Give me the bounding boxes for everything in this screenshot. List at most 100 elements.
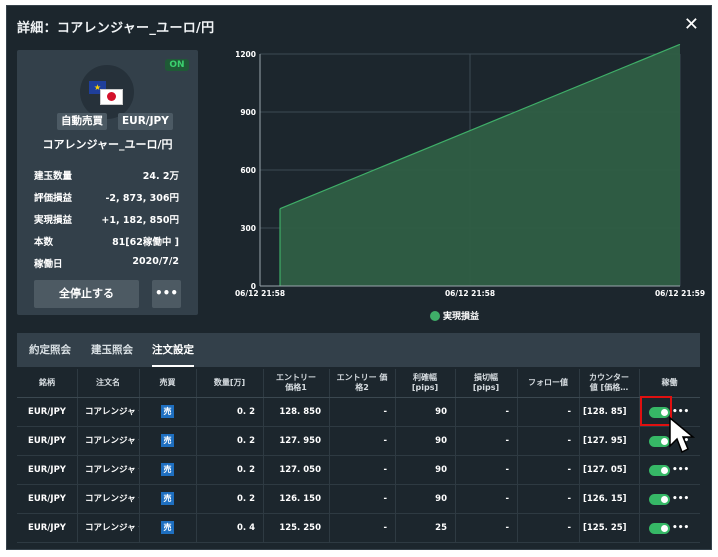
row-more-icon[interactable]: ••• xyxy=(672,485,689,513)
column-header: エントリー 価格2 xyxy=(336,373,388,392)
active-toggle[interactable] xyxy=(649,523,670,534)
detail-modal: 詳細：コアレンジャー_ユーロ/円 ✕ ON ★ 自動売買 EUR/JPY コアレ… xyxy=(6,5,712,550)
column-header: エントリー 価格1 xyxy=(276,373,316,392)
column-header: 数量[万] xyxy=(213,378,246,387)
side-badge: 売 xyxy=(161,521,174,534)
cell-sl: - xyxy=(505,407,509,417)
cell-follow: - xyxy=(567,494,571,504)
cell-follow: - xyxy=(567,523,571,533)
x-tick-label: 06/12 21:58 xyxy=(235,289,285,298)
column-divider xyxy=(639,485,640,513)
cell-counter: [125. 25] xyxy=(583,523,627,533)
stat-unrealized-pl: 評価損益 -2, 873, 306円 xyxy=(34,190,179,210)
cell-name: コアレンジャ・ xyxy=(85,523,139,533)
table-row[interactable]: EUR/JPY コアレンジャ・ 売 0. 2 126. 150 - 90 - - [126. 15… xyxy=(17,485,700,514)
cell-side: 売 xyxy=(139,485,196,513)
cell-sl: - xyxy=(505,436,509,446)
cell-side: 売 xyxy=(139,514,196,542)
pl-chart-svg: 0300600900120006/12 21:58 06/12 21:58 06/1… xyxy=(235,43,705,298)
more-options-button[interactable]: ••• xyxy=(152,280,181,308)
mouse-pointer-icon xyxy=(669,416,696,454)
side-badge: 売 xyxy=(161,463,174,476)
stat-value: 2020/7/2 xyxy=(132,256,179,267)
column-divider xyxy=(639,369,640,397)
cell-name: コアレンジャ・ xyxy=(85,494,139,504)
row-more-icon[interactable]: ••• xyxy=(672,456,689,484)
stat-count: 本数 81[62稼働中 ] xyxy=(34,234,179,254)
legend-dot-icon xyxy=(430,311,440,321)
column-divider xyxy=(77,369,78,397)
stat-value: 81[62稼働中 ] xyxy=(112,237,179,248)
column-header: 売買 xyxy=(159,378,176,387)
close-icon[interactable]: ✕ xyxy=(684,14,699,35)
stat-label: 稼働日 xyxy=(34,259,63,270)
cell-side: 売 xyxy=(139,456,196,484)
column-header: 注文名 xyxy=(96,378,120,387)
table-row[interactable]: EUR/JPY コアレンジャ・ 売 0. 4 125. 250 - 25 - - [125. 25… xyxy=(17,514,700,543)
stat-value: -2, 873, 306円 xyxy=(105,193,179,204)
cell-side: 売 xyxy=(139,427,196,455)
stat-label: 本数 xyxy=(34,237,54,248)
column-header: 稼働 xyxy=(661,378,678,387)
cell-symbol: EUR/JPY xyxy=(28,465,66,475)
column-divider xyxy=(329,369,330,397)
table-row[interactable]: EUR/JPY コアレンジャ・ 売 0. 2 127. 950 - 90 - - [127. 95… xyxy=(17,427,700,456)
x-tick-label: 06/12 21:58 xyxy=(445,289,495,298)
stat-value: 24. 2万 xyxy=(142,171,179,182)
column-header: 損切幅 [pips] xyxy=(472,373,500,392)
side-badge: 売 xyxy=(161,492,174,505)
cell-tp: 90 xyxy=(435,407,447,417)
table-header: 銘柄 注文名 売買 数量[万] エントリー 価格1 エントリー 価格2 利確幅 [pips] 損切… xyxy=(17,369,700,398)
cell-counter: [128. 85] xyxy=(583,407,627,417)
cell-symbol: EUR/JPY xyxy=(28,407,66,417)
cell-entry2: - xyxy=(383,465,387,475)
area-series xyxy=(280,44,680,287)
tab-order-settings[interactable]: 注文設定 xyxy=(152,333,194,367)
cell-tp: 90 xyxy=(435,465,447,475)
cell-follow: - xyxy=(567,436,571,446)
column-divider xyxy=(579,369,580,397)
cell-entry1: 126. 150 xyxy=(279,494,321,504)
x-tick-label: 06/12 21:59 xyxy=(655,289,705,298)
table-body: EUR/JPY コアレンジャ・売 0. 2 128. 850-90- - [128. 85… xyxy=(17,398,700,543)
strategy-card: ON ★ 自動売買 EUR/JPY コアレンジャー_ユーロ/円 建玉数量 24.… xyxy=(17,50,198,315)
column-divider xyxy=(639,514,640,542)
column-header: フォロー値 xyxy=(528,378,568,387)
cell-counter: [127. 05] xyxy=(583,465,627,475)
strategy-name: コアレンジャー_ユーロ/円 xyxy=(42,138,173,151)
stop-all-button[interactable]: 全停止する xyxy=(34,280,139,308)
table-row[interactable]: EUR/JPY コアレンジャ・ 売 0. 2 127. 050 - 90 - - [127. 05… xyxy=(17,456,700,485)
tab-positions[interactable]: 建玉照会 xyxy=(91,333,133,367)
cell-tp: 90 xyxy=(435,494,447,504)
column-divider xyxy=(139,369,140,397)
stat-position-qty: 建玉数量 24. 2万 xyxy=(34,168,179,188)
cell-side: 売 xyxy=(139,398,196,426)
cell-symbol: EUR/JPY xyxy=(28,494,66,504)
cell-entry1: 127. 050 xyxy=(279,465,321,475)
tab-executions[interactable]: 約定照会 xyxy=(29,333,71,367)
y-tick-label: 300 xyxy=(240,224,256,233)
cell-entry2: - xyxy=(383,523,387,533)
table-row[interactable]: EUR/JPY コアレンジャ・ 売 0. 2 128. 850 - 90 - - [128. 85… xyxy=(17,398,700,427)
column-header: カウンター値 [価格… xyxy=(589,373,629,392)
stat-start-date: 稼働日 2020/7/2 xyxy=(34,256,179,276)
column-header: 利確幅 [pips] xyxy=(411,373,439,392)
cell-counter: [127. 95] xyxy=(583,436,627,446)
cell-name: コアレンジャ・ xyxy=(85,436,139,446)
row-more-icon[interactable]: ••• xyxy=(672,514,689,542)
y-tick-label: 1200 xyxy=(235,50,256,59)
cell-entry2: - xyxy=(383,494,387,504)
active-toggle[interactable] xyxy=(649,465,670,476)
chart-legend: 実現損益 xyxy=(430,309,479,322)
cell-qty: 0. 2 xyxy=(236,494,255,504)
stat-label: 実現損益 xyxy=(34,215,73,226)
column-divider xyxy=(263,369,264,397)
cell-entry1: 125. 250 xyxy=(279,523,321,533)
column-header: 銘柄 xyxy=(39,378,55,387)
cell-entry1: 128. 850 xyxy=(279,407,321,417)
cell-qty: 0. 2 xyxy=(236,436,255,446)
active-toggle[interactable] xyxy=(649,494,670,505)
currency-flag-icon: ★ xyxy=(80,65,134,119)
legend-label: 実現損益 xyxy=(443,312,480,322)
tab-bar: 約定照会 建玉照会 注文設定 xyxy=(17,333,700,367)
